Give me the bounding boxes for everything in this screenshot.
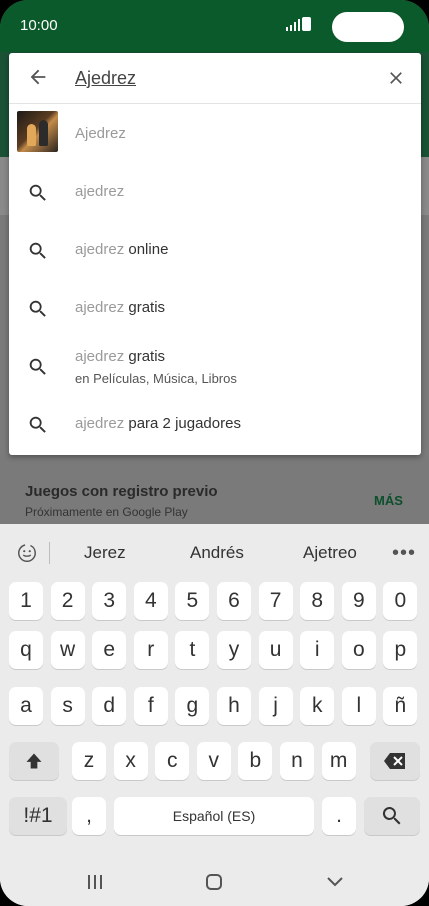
suggestion-item[interactable]: ajedrez para 2 jugadores — [9, 394, 421, 452]
key-e[interactable]: e — [92, 631, 127, 669]
key-0[interactable]: 0 — [383, 582, 418, 620]
phone-screen: 10:00 Juegos con registro previo Próxima… — [0, 0, 429, 906]
chess-app-icon — [17, 111, 58, 152]
battery-icon — [302, 17, 311, 31]
search-icon — [382, 807, 401, 825]
preregister-section: Juegos con registro previo Próximamente … — [0, 455, 429, 525]
key-q[interactable]: q — [9, 631, 43, 669]
section-subtitle: Próximamente en Google Play — [25, 505, 188, 519]
search-icon — [29, 300, 46, 317]
navigation-bar — [0, 858, 429, 906]
status-time: 10:00 — [20, 17, 58, 34]
key-7[interactable]: 7 — [258, 582, 293, 620]
key-o[interactable]: o — [341, 631, 376, 669]
key-1[interactable]: 1 — [9, 582, 43, 620]
suggestion-text: Ajedrez — [75, 125, 126, 142]
more-button[interactable]: MÁS — [374, 493, 403, 508]
keyboard: Jerez Andrés Ajetreo ••• 1234567890 qwert… — [0, 524, 429, 906]
key-v[interactable]: v — [196, 742, 231, 780]
key-h[interactable]: h — [217, 687, 251, 725]
search-panel: Ajedrez Ajedrez ajedrez ajedrez online a… — [9, 53, 421, 455]
key-t[interactable]: t — [175, 631, 210, 669]
key-9[interactable]: 9 — [341, 582, 376, 620]
suggestion-item[interactable]: ajedrez gratis en Películas, Música, Lib… — [9, 336, 421, 394]
backspace-key[interactable] — [370, 742, 420, 780]
key-m[interactable]: m — [321, 742, 356, 780]
key-n[interactable]: n — [280, 742, 314, 780]
key-i[interactable]: i — [300, 631, 335, 669]
backspace-icon — [384, 753, 405, 769]
divider — [49, 542, 50, 564]
suggestion-text: ajedrez online — [75, 241, 169, 258]
key-c[interactable]: c — [155, 742, 190, 780]
section-title: Juegos con registro previo — [25, 483, 218, 500]
arrow-left-icon[interactable] — [27, 66, 49, 88]
key-8[interactable]: 8 — [300, 582, 335, 620]
close-icon[interactable] — [386, 68, 406, 88]
shift-icon — [26, 753, 42, 769]
key-d[interactable]: d — [92, 687, 127, 725]
suggestion-subtext: en Películas, Música, Libros — [75, 371, 237, 386]
key-3[interactable]: 3 — [92, 582, 127, 620]
status-bar: 10:00 — [0, 0, 429, 52]
search-icon — [29, 358, 46, 375]
search-key[interactable] — [364, 797, 420, 835]
comma-key[interactable]: , — [72, 797, 106, 835]
search-input[interactable]: Ajedrez — [75, 68, 136, 89]
suggestion-item[interactable]: ajedrez online — [9, 220, 421, 278]
period-key[interactable]: . — [322, 797, 356, 835]
key-y[interactable]: y — [217, 631, 251, 669]
key-j[interactable]: j — [258, 687, 293, 725]
camera-cutout — [332, 12, 404, 42]
key-w[interactable]: w — [50, 631, 85, 669]
search-icon — [29, 416, 46, 433]
key-s[interactable]: s — [50, 687, 85, 725]
prediction-bar: Jerez Andrés Ajetreo ••• — [0, 524, 429, 582]
home-icon[interactable] — [205, 873, 223, 891]
key-5[interactable]: 5 — [175, 582, 210, 620]
back-nav-icon[interactable] — [326, 875, 344, 889]
prediction-word[interactable]: Andrés — [190, 543, 244, 563]
search-icon — [29, 184, 46, 201]
key-ñ[interactable]: ñ — [383, 687, 418, 725]
key-f[interactable]: f — [133, 687, 168, 725]
key-2[interactable]: 2 — [50, 582, 85, 620]
key-g[interactable]: g — [175, 687, 210, 725]
key-b[interactable]: b — [238, 742, 273, 780]
key-k[interactable]: k — [300, 687, 335, 725]
key-z[interactable]: z — [72, 742, 106, 780]
key-4[interactable]: 4 — [133, 582, 168, 620]
key-p[interactable]: p — [383, 631, 418, 669]
more-predictions-button[interactable]: ••• — [392, 542, 416, 565]
search-bar: Ajedrez — [9, 53, 421, 104]
suggestion-item[interactable]: ajedrez — [9, 162, 421, 220]
suggestion-text: ajedrez gratis — [75, 299, 166, 316]
key-6[interactable]: 6 — [217, 582, 251, 620]
symbols-key[interactable]: !#1 — [9, 797, 67, 835]
search-icon — [29, 242, 46, 259]
shift-key[interactable] — [9, 742, 59, 780]
key-u[interactable]: u — [258, 631, 293, 669]
suggestion-item[interactable]: ajedrez gratis — [9, 278, 421, 336]
space-key[interactable]: Español (ES) — [114, 797, 314, 835]
emoji-icon[interactable] — [16, 542, 38, 564]
key-x[interactable]: x — [113, 742, 148, 780]
recent-apps-icon[interactable] — [86, 873, 104, 891]
prediction-word[interactable]: Jerez — [84, 543, 126, 563]
key-l[interactable]: l — [341, 687, 376, 725]
suggestion-text: ajedrez para 2 jugadores — [75, 415, 241, 432]
suggestion-text: ajedrez — [75, 183, 125, 200]
prediction-word[interactable]: Ajetreo — [303, 543, 357, 563]
suggestion-app[interactable]: Ajedrez — [9, 104, 421, 162]
key-a[interactable]: a — [9, 687, 43, 725]
suggestion-text: ajedrez gratis — [75, 348, 166, 365]
signal-icon — [286, 19, 300, 31]
key-r[interactable]: r — [133, 631, 168, 669]
